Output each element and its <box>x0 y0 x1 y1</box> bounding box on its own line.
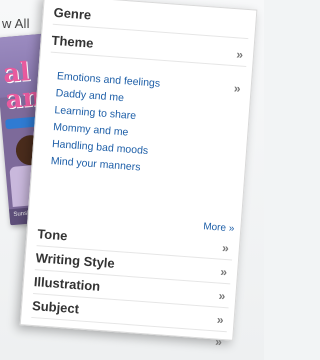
filter-label-tone: Tone <box>36 226 68 244</box>
chevron-right-icon[interactable]: » <box>222 241 230 255</box>
theme-more-link[interactable]: More » <box>203 221 235 234</box>
filter-label-theme: Theme <box>51 32 94 51</box>
chevron-right-icon[interactable]: » <box>220 265 228 279</box>
filter-label-genre: Genre <box>53 4 92 23</box>
screenshot-stage: w All al an Sunshine Carr Genre Theme » … <box>0 0 264 360</box>
chevron-right-icon[interactable]: » <box>218 289 226 303</box>
chevron-right-icon[interactable]: » <box>233 81 241 95</box>
theme-options-list: Emotions and feelings Daddy and me Learn… <box>50 68 227 182</box>
filter-label-illustration: Illustration <box>33 274 101 294</box>
view-all-link[interactable]: w All <box>2 16 30 31</box>
filter-label-subject: Subject <box>31 297 80 317</box>
filter-menu-panel: Genre Theme » » Emotions and feelings Da… <box>19 0 258 349</box>
chevron-right-icon[interactable]: » <box>215 334 223 348</box>
filter-label-writing-style: Writing Style <box>35 250 116 271</box>
chevron-right-icon[interactable]: » <box>216 313 224 327</box>
chevron-right-icon[interactable]: » <box>236 47 244 61</box>
